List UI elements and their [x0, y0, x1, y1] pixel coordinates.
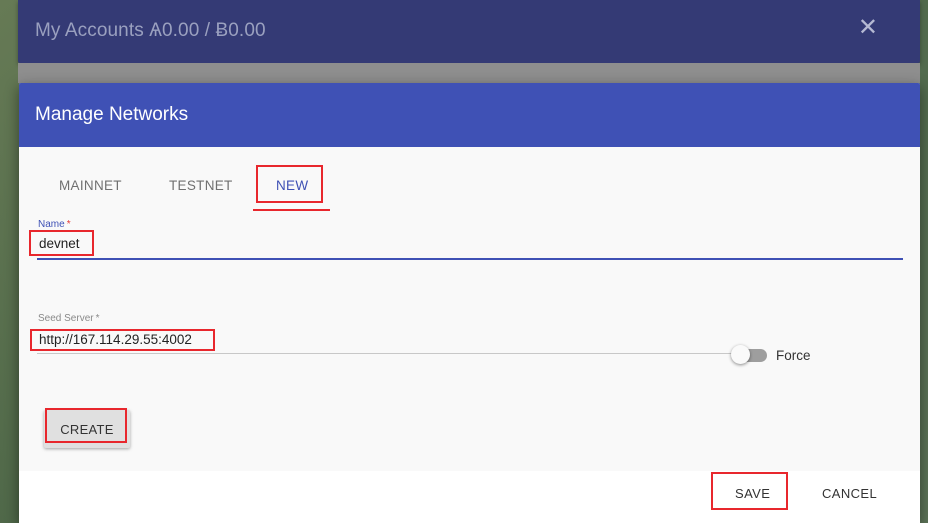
force-toggle[interactable] — [731, 345, 771, 365]
save-button[interactable]: SAVE — [735, 486, 770, 501]
tab-indicator — [253, 209, 330, 211]
dialog-header: Manage Networks — [19, 83, 920, 147]
tab-mainnet[interactable]: MAINNET — [59, 178, 122, 193]
required-marker: * — [95, 313, 100, 324]
close-icon[interactable]: ✕ — [858, 16, 878, 40]
seed-field-label: Seed Server * — [38, 313, 100, 324]
tab-new[interactable]: NEW — [276, 178, 308, 193]
toggle-thumb — [731, 345, 750, 364]
name-input[interactable]: devnet — [39, 236, 80, 251]
name-input-underline — [37, 258, 903, 260]
create-button[interactable]: CREATE — [44, 410, 130, 448]
manage-networks-dialog: Manage Networks MAINNET TESTNET NEW Name… — [19, 83, 920, 523]
seed-input-underline — [37, 353, 735, 354]
name-field-label: Name * — [38, 219, 71, 230]
seed-label-text: Seed Server — [38, 313, 94, 324]
cancel-button[interactable]: CANCEL — [822, 486, 877, 501]
create-button-label: CREATE — [60, 421, 114, 437]
required-marker: * — [66, 219, 71, 230]
force-label: Force — [776, 348, 811, 363]
dialog-body — [19, 147, 920, 471]
name-label-text: Name — [38, 219, 65, 230]
background-strip — [18, 63, 920, 83]
tab-testnet[interactable]: TESTNET — [169, 178, 233, 193]
dialog-title: Manage Networks — [35, 104, 189, 125]
seed-server-input[interactable]: http://167.114.29.55:4002 — [39, 332, 192, 347]
accounts-title: My Accounts Ѧ0.00 / Ƀ0.00 — [35, 20, 266, 41]
accounts-header: My Accounts Ѧ0.00 / Ƀ0.00 ✕ — [18, 0, 920, 63]
